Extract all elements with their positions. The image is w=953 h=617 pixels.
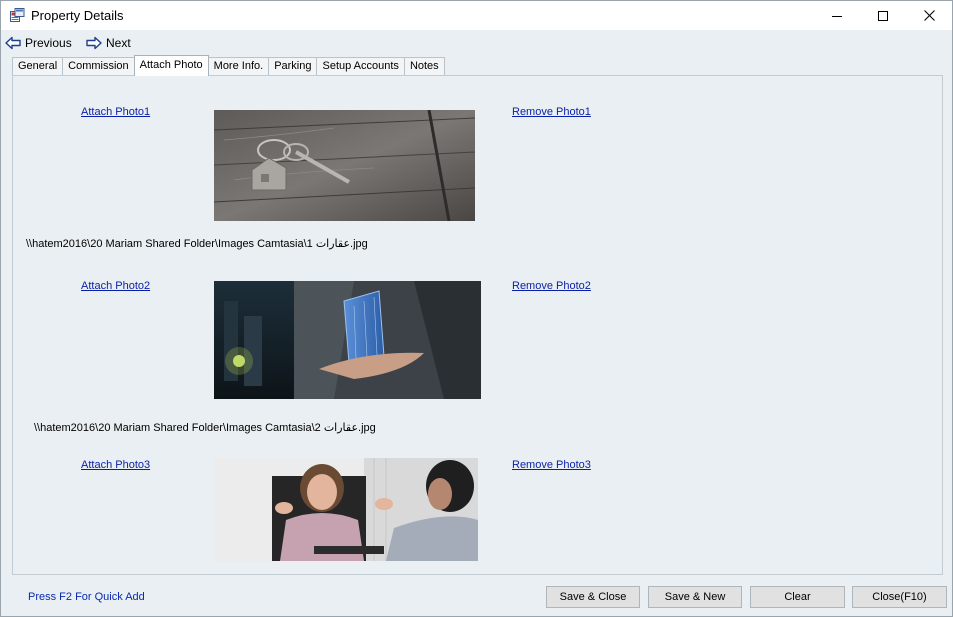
next-label: Next bbox=[106, 36, 131, 50]
close-window-button[interactable] bbox=[906, 1, 952, 30]
arrow-left-icon bbox=[5, 36, 21, 50]
tab-parking[interactable]: Parking bbox=[268, 57, 318, 76]
arrow-right-icon bbox=[86, 36, 102, 50]
previous-label: Previous bbox=[25, 36, 72, 50]
close-icon bbox=[923, 10, 935, 21]
attach-photo3-link[interactable]: Attach Photo3 bbox=[81, 459, 150, 471]
minimize-icon bbox=[832, 15, 842, 17]
property-details-window: Property Details Previous Next General C… bbox=[0, 0, 953, 617]
photo1-house-keys-image bbox=[214, 110, 475, 221]
tab-setup-accounts[interactable]: Setup Accounts bbox=[316, 57, 405, 76]
save-new-button[interactable]: Save & New bbox=[648, 586, 742, 608]
app-icon bbox=[10, 8, 25, 22]
close-button[interactable]: Close(F10) bbox=[852, 586, 947, 608]
title-bar: Property Details bbox=[1, 1, 952, 30]
tab-general[interactable]: General bbox=[12, 57, 64, 76]
remove-photo3-link[interactable]: Remove Photo3 bbox=[512, 459, 591, 471]
attach-photo1-link[interactable]: Attach Photo1 bbox=[81, 106, 150, 118]
photo1-file-path: \\hatem2016\20 Mariam Shared Folder\Imag… bbox=[26, 238, 368, 250]
record-navigation-bar: Previous Next bbox=[1, 30, 952, 55]
photo3-office-meeting-image bbox=[214, 458, 478, 561]
tab-more-info[interactable]: More Info. bbox=[207, 57, 270, 76]
tab-attach-photo[interactable]: Attach Photo bbox=[133, 55, 209, 76]
save-close-button[interactable]: Save & Close bbox=[546, 586, 640, 608]
tab-notes[interactable]: Notes bbox=[403, 57, 445, 76]
attach-photo2-link[interactable]: Attach Photo2 bbox=[81, 280, 150, 292]
remove-photo1-link[interactable]: Remove Photo1 bbox=[512, 106, 591, 118]
clear-button[interactable]: Clear bbox=[750, 586, 845, 608]
tab-commission[interactable]: Commission bbox=[62, 57, 135, 76]
quick-add-hint[interactable]: Press F2 For Quick Add bbox=[28, 591, 145, 603]
previous-button[interactable]: Previous bbox=[5, 34, 72, 52]
window-title: Property Details bbox=[31, 8, 124, 23]
minimize-button[interactable] bbox=[814, 1, 860, 30]
photo2-hand-building-image bbox=[214, 281, 481, 399]
next-button[interactable]: Next bbox=[86, 34, 131, 52]
maximize-button[interactable] bbox=[860, 1, 906, 30]
remove-photo2-link[interactable]: Remove Photo2 bbox=[512, 280, 591, 292]
photo2-file-path: \\hatem2016\20 Mariam Shared Folder\Imag… bbox=[34, 422, 376, 434]
tab-strip: General Commission Attach Photo More Inf… bbox=[12, 55, 445, 76]
maximize-icon bbox=[878, 10, 888, 21]
